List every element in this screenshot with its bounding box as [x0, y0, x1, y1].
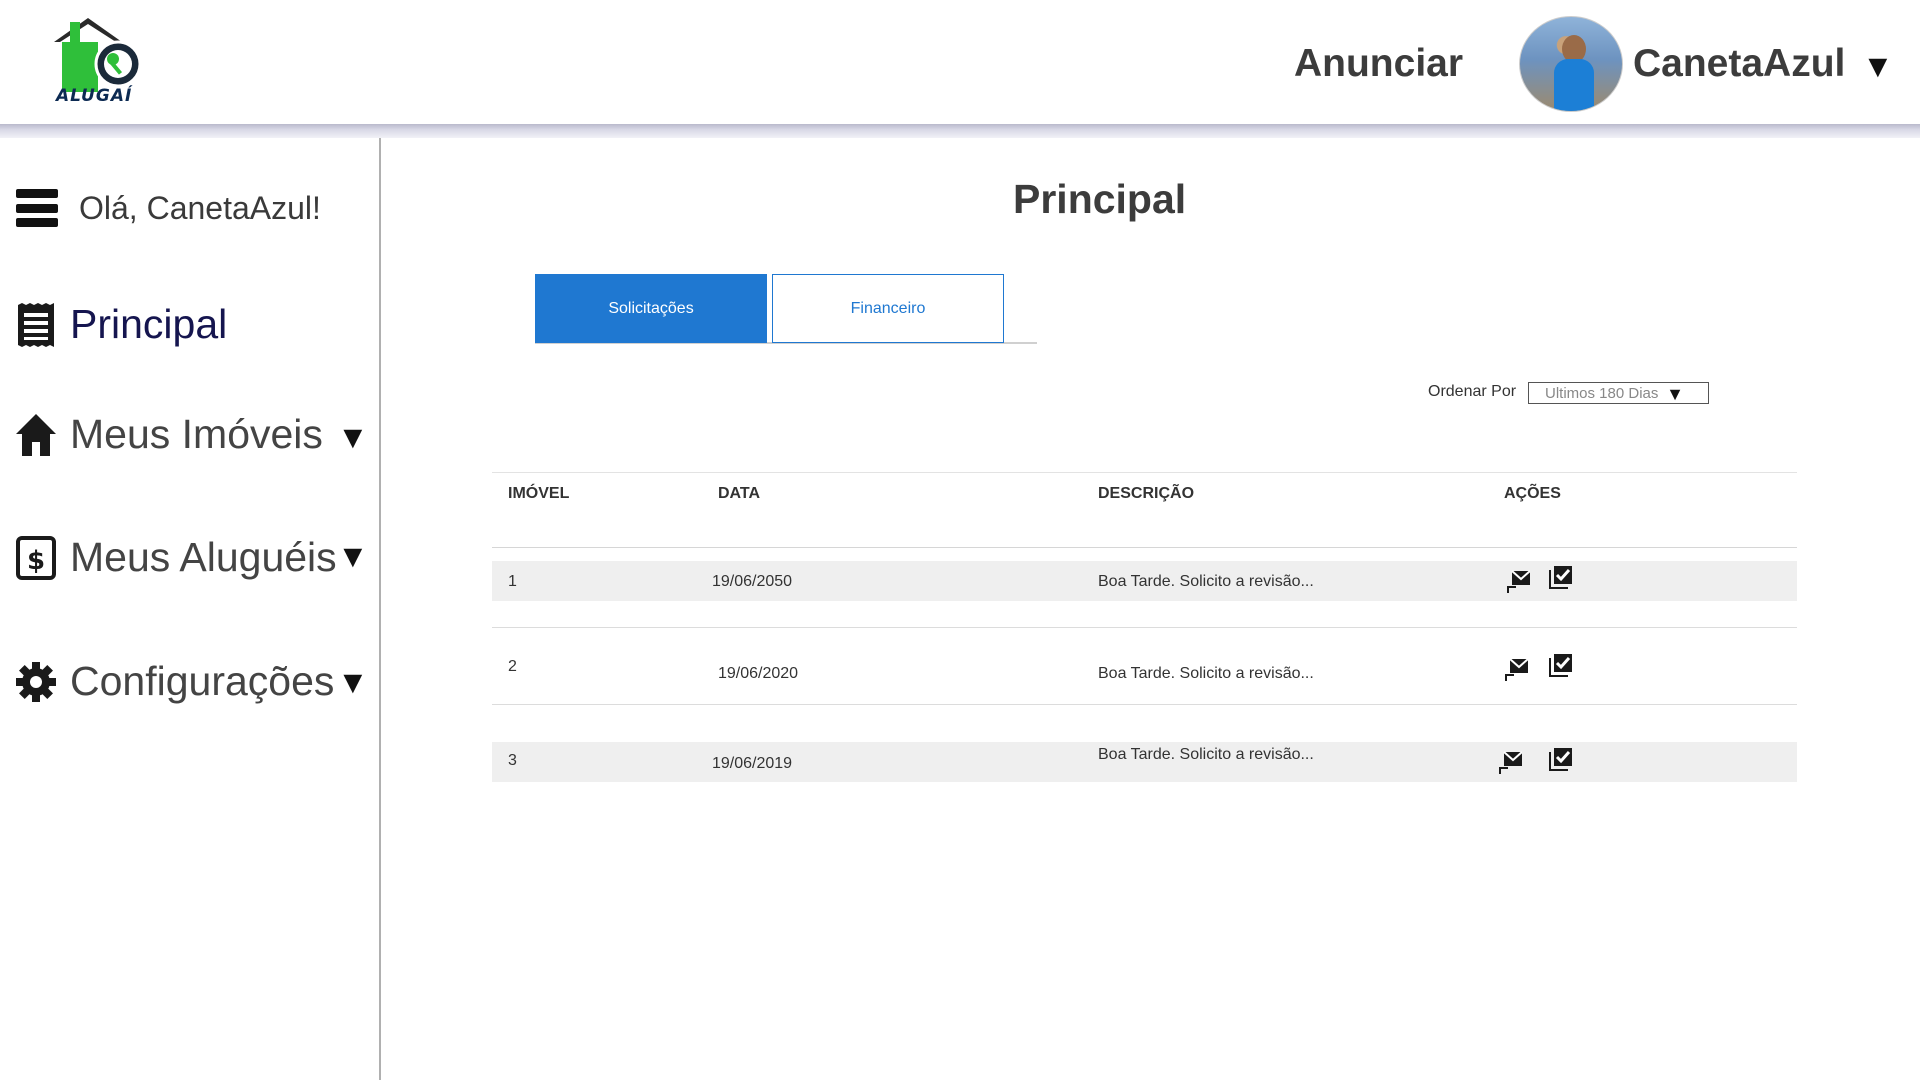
order-by-label: Ordenar Por — [1428, 383, 1517, 400]
sidebar-item-principal[interactable]: Principal — [16, 301, 227, 348]
user-menu-caret-icon[interactable]: ▼ — [1862, 48, 1894, 85]
table-header: IMÓVEL DATA DESCRIÇÃO AÇÕES — [492, 472, 1797, 548]
header-divider — [0, 124, 1920, 138]
chevron-down-icon[interactable]: ▼ — [337, 419, 369, 456]
page-title: Principal — [1013, 176, 1187, 222]
tab-solicitacoes[interactable]: Solicitações — [535, 274, 767, 343]
check-box-icon[interactable] — [1548, 654, 1572, 678]
table-row[interactable]: 3 19/06/2019 Boa Tarde. Solicito a revis… — [492, 742, 1797, 782]
greeting-text: Olá, CanetaAzul! — [79, 189, 321, 226]
cell-data: 19/06/2020 — [718, 665, 799, 682]
column-header-imovel: IMÓVEL — [508, 485, 570, 502]
reply-mail-icon[interactable] — [1506, 569, 1530, 593]
receipt-icon — [18, 302, 54, 347]
sidebar-item-meus-alugueis[interactable]: $ Meus Aluguéis ▼ — [16, 534, 369, 581]
check-box-icon[interactable] — [1548, 748, 1572, 772]
cell-imovel: 2 — [508, 658, 517, 675]
check-box-icon[interactable] — [1548, 566, 1572, 590]
chevron-down-icon[interactable]: ▼ — [337, 664, 369, 701]
gear-icon — [16, 661, 56, 702]
cell-descricao: Boa Tarde. Solicito a revisão... — [1098, 573, 1314, 590]
sidebar-item-label: Principal — [70, 301, 228, 347]
sidebar-item-label: Configurações — [70, 658, 335, 704]
hamburger-menu-icon[interactable] — [16, 189, 58, 227]
order-by-select[interactable]: Ultimos 180 Dias ▼ — [1528, 382, 1709, 404]
anunciar-link[interactable]: Anunciar — [1294, 42, 1463, 86]
column-header-acoes: AÇÕES — [1504, 485, 1561, 502]
cell-imovel: 1 — [508, 573, 517, 590]
cell-descricao: Boa Tarde. Solicito a revisão... — [1098, 665, 1314, 682]
avatar[interactable] — [1519, 16, 1623, 112]
reply-mail-icon[interactable] — [1498, 750, 1522, 774]
avatar-body — [1554, 59, 1594, 111]
table-row[interactable]: 2 19/06/2020 Boa Tarde. Solicito a revis… — [492, 627, 1797, 705]
sidebar-item-configuracoes[interactable]: Configurações ▼ — [16, 658, 369, 705]
home-icon — [16, 413, 56, 456]
logo-wordmark: ALUGAÍ — [56, 86, 133, 106]
table-row[interactable]: 1 19/06/2050 Boa Tarde. Solicito a revis… — [492, 561, 1797, 601]
cell-imovel: 3 — [508, 752, 517, 769]
column-header-descricao: DESCRIÇÃO — [1098, 485, 1195, 502]
cell-data: 19/06/2050 — [712, 573, 793, 590]
dollar-box-icon: $ — [16, 535, 56, 580]
cell-data: 19/06/2019 — [712, 755, 793, 772]
sidebar-greeting-row: Olá, CanetaAzul! — [16, 186, 321, 230]
tab-financeiro[interactable]: Financeiro — [772, 274, 1004, 343]
user-name[interactable]: CanetaAzul — [1633, 42, 1845, 86]
column-header-data: DATA — [718, 485, 761, 502]
top-header: ALUGAÍ Anunciar CanetaAzul ▼ — [0, 0, 1920, 124]
sidebar-item-meus-imoveis[interactable]: Meus Imóveis ▼ — [16, 411, 369, 458]
sidebar: Olá, CanetaAzul! Principal Meus Imóveis … — [0, 138, 381, 1080]
reply-mail-icon[interactable] — [1504, 657, 1528, 681]
sidebar-item-label: Meus Imóveis — [70, 411, 323, 457]
sidebar-item-label: Meus Aluguéis — [70, 534, 337, 580]
order-by-value: Ultimos 180 Dias — [1545, 384, 1659, 402]
chevron-down-icon[interactable]: ▼ — [337, 538, 369, 575]
dropdown-arrow-icon: ▼ — [1666, 384, 1684, 404]
cell-descricao: Boa Tarde. Solicito a revisão... — [1098, 746, 1314, 763]
svg-text:$: $ — [27, 546, 45, 576]
